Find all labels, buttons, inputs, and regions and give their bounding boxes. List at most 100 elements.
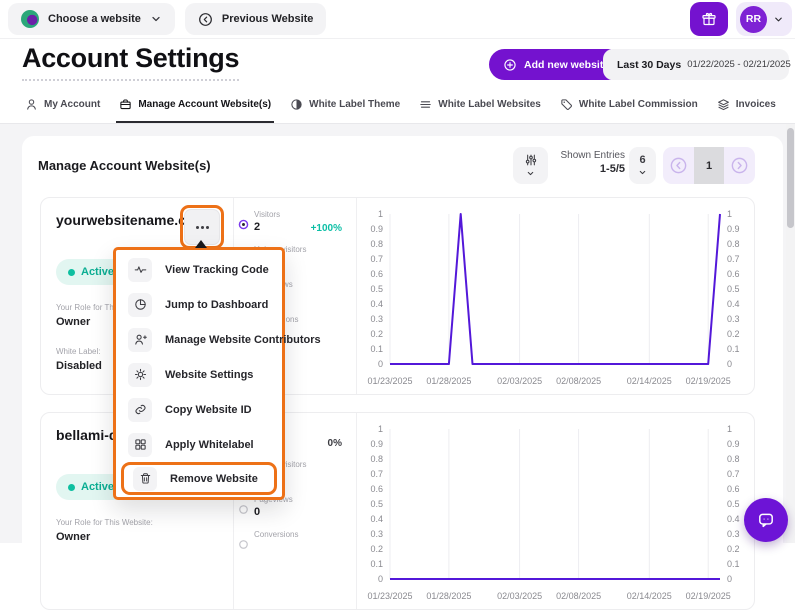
svg-text:0.5: 0.5: [727, 499, 740, 509]
svg-text:02/08/2025: 02/08/2025: [556, 591, 601, 601]
chat-widget-button[interactable]: [744, 498, 788, 542]
chevron-down-icon: [150, 13, 162, 25]
page-size-select[interactable]: 6: [629, 147, 656, 184]
menu-pointer-caret: [195, 240, 207, 248]
svg-text:0.6: 0.6: [370, 484, 383, 494]
menu-item-copy-website-id[interactable]: Copy Website ID: [116, 392, 282, 427]
previous-website-button[interactable]: Previous Website: [185, 3, 327, 35]
svg-text:0.9: 0.9: [370, 224, 383, 234]
svg-text:0.3: 0.3: [727, 314, 740, 324]
svg-text:0.4: 0.4: [727, 514, 740, 524]
tab-label: White Label Theme: [309, 99, 400, 110]
svg-text:0.4: 0.4: [370, 299, 383, 309]
user-menu[interactable]: RR: [736, 2, 792, 36]
date-range-value: 01/22/2025 - 02/21/2025: [687, 59, 791, 70]
trash-icon: [139, 472, 152, 485]
menu-item-remove-website[interactable]: Remove Website: [121, 462, 277, 495]
svg-text:0.1: 0.1: [727, 559, 740, 569]
chat-bubble-icon: [757, 511, 775, 529]
gift-button[interactable]: [690, 2, 728, 36]
metric-value: 0: [254, 506, 342, 518]
svg-text:0.5: 0.5: [370, 284, 383, 294]
menu-item-website-settings[interactable]: Website Settings: [116, 357, 282, 392]
menu-item-label: Website Settings: [165, 369, 253, 381]
svg-text:0.9: 0.9: [370, 439, 383, 449]
arrow-left-circle-icon: [669, 156, 688, 175]
svg-text:0.2: 0.2: [727, 329, 740, 339]
tab-white-label-commission[interactable]: White Label Commission: [557, 88, 701, 123]
chevron-down-icon: [773, 14, 784, 25]
arrow-left-circle-icon: [198, 12, 213, 27]
tab-my-account[interactable]: My Account: [22, 88, 103, 123]
menu-item-manage-website-contributors[interactable]: Manage Website Contributors: [116, 322, 282, 357]
svg-text:0.8: 0.8: [727, 454, 740, 464]
svg-text:0.6: 0.6: [727, 484, 740, 494]
svg-text:0.7: 0.7: [727, 254, 740, 264]
shown-entries-value: 1-5/5: [550, 163, 625, 177]
svg-text:01/28/2025: 01/28/2025: [426, 591, 471, 601]
white-label-meta: White Label: Disabled: [56, 347, 102, 374]
page-size-value: 6: [639, 154, 645, 166]
menu-item-apply-whitelabel[interactable]: Apply Whitelabel: [116, 427, 282, 462]
svg-text:02/19/2025: 02/19/2025: [686, 376, 731, 386]
website-actions-menu: View Tracking Code Jump to Dashboard Man…: [113, 247, 285, 500]
filter-button[interactable]: [513, 147, 548, 184]
gear-icon: [134, 368, 147, 381]
topbar: Choose a website Previous Website RR: [0, 0, 795, 39]
svg-text:0.3: 0.3: [370, 529, 383, 539]
user-icon: [25, 98, 38, 111]
svg-text:0.2: 0.2: [370, 329, 383, 339]
arrow-right-circle-icon: [730, 156, 749, 175]
svg-text:0.7: 0.7: [370, 254, 383, 264]
svg-text:0.8: 0.8: [370, 454, 383, 464]
gift-icon: [701, 11, 717, 27]
current-page[interactable]: 1: [694, 147, 725, 184]
status-label: Active: [81, 481, 114, 493]
svg-text:0.8: 0.8: [727, 239, 740, 249]
svg-text:0.1: 0.1: [727, 344, 740, 354]
status-dot-icon: [68, 269, 75, 276]
menu-item-view-tracking-code[interactable]: View Tracking Code: [116, 252, 282, 287]
svg-text:1: 1: [378, 424, 383, 434]
svg-text:01/23/2025: 01/23/2025: [367, 376, 412, 386]
date-range-filter[interactable]: Last 30 Days 01/22/2025 - 02/21/2025: [603, 49, 789, 80]
panel-title: Manage Account Website(s): [38, 158, 211, 173]
svg-text:0.4: 0.4: [370, 514, 383, 524]
dashboard-icon: [134, 298, 147, 311]
svg-text:0.5: 0.5: [370, 499, 383, 509]
svg-text:0.7: 0.7: [727, 469, 740, 479]
scrollbar[interactable]: [786, 124, 795, 543]
column-divider: [356, 413, 357, 609]
svg-text:0.3: 0.3: [727, 529, 740, 539]
next-page-button[interactable]: [724, 147, 755, 184]
menu-item-jump-to-dashboard[interactable]: Jump to Dashboard: [116, 287, 282, 322]
svg-text:1: 1: [727, 209, 732, 219]
svg-text:0.6: 0.6: [727, 269, 740, 279]
site-favicon: [21, 10, 39, 28]
pagination: 1: [663, 147, 755, 184]
metric-visitors: Visitors 2 +100%: [237, 210, 342, 242]
avatar: RR: [740, 6, 767, 33]
website-selector[interactable]: Choose a website: [8, 3, 175, 35]
layers-icon: [717, 98, 730, 111]
tab-white-label-websites[interactable]: White Label Websites: [416, 88, 544, 123]
menu-item-label: Remove Website: [170, 473, 258, 485]
tab-manage-account-websites[interactable]: Manage Account Website(s): [116, 88, 274, 123]
menu-item-label: View Tracking Code: [165, 264, 269, 276]
prev-page-button[interactable]: [663, 147, 694, 184]
add-new-website-label: Add new website: [524, 59, 609, 71]
metric-change: 0%: [328, 438, 342, 449]
svg-text:0.5: 0.5: [727, 284, 740, 294]
date-range-label: Last 30 Days: [617, 59, 681, 71]
scrollbar-thumb[interactable]: [787, 128, 794, 228]
svg-text:0.1: 0.1: [370, 344, 383, 354]
ring-icon: [237, 538, 250, 551]
settings-tabs: My Account Manage Account Website(s) Whi…: [0, 88, 795, 124]
svg-text:02/03/2025: 02/03/2025: [497, 376, 542, 386]
tab-white-label-theme[interactable]: White Label Theme: [287, 88, 403, 123]
column-divider: [356, 198, 357, 394]
svg-text:0: 0: [378, 359, 383, 369]
tab-invoices[interactable]: Invoices: [714, 88, 779, 123]
chevron-down-icon: [526, 169, 535, 178]
visitors-chart: 000.10.10.20.20.30.30.40.40.50.50.60.60.…: [358, 413, 756, 611]
